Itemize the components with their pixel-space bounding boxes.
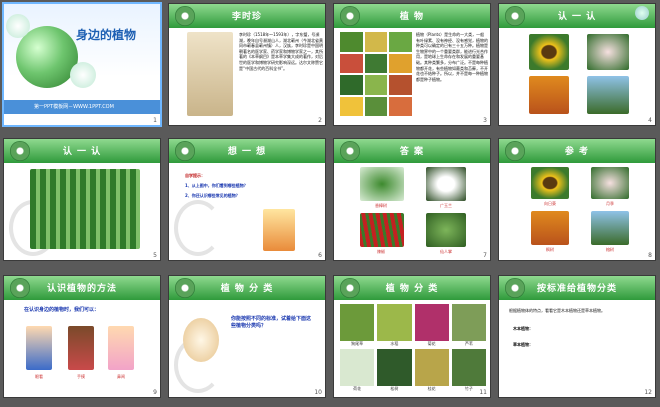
slide-header: 认识植物的方法 [4, 276, 160, 300]
chili-image [360, 213, 404, 247]
answer-label: 广玉兰 [440, 203, 452, 208]
slide-footer: 第一PPT模板网－WWW.1PPT.COM [34, 104, 114, 110]
slide-thumbnail-3[interactable]: 植 物 植物（Plants）是生命的一大类，一般有叶绿素、没有神经、没有感觉，植… [333, 3, 491, 126]
plant-photo-grid: 狗尾草 水稻 菊花 芦苇 荷花 松树 桂花 竹子 [340, 304, 486, 394]
reference-label: 榕树 [606, 247, 614, 252]
slide-title: 答 案 [399, 147, 425, 157]
child-smell-image [108, 326, 134, 370]
child-look-image [26, 326, 52, 370]
method-intro: 在认识身边的植物时，我们可以： [24, 307, 100, 313]
plant-collage [340, 32, 412, 116]
slide-title: 参 考 [564, 147, 590, 157]
child-touch-image [68, 326, 94, 370]
camphor-tree-image [360, 167, 404, 201]
slide-header: 植 物 分 类 [169, 276, 325, 300]
slide-header: 植 物 分 类 [334, 276, 490, 300]
slide-thumbnail-10[interactable]: 植 物 分 类 你能按照不同的标准，试着给下面这些植物分类吗？ 10 [168, 275, 326, 398]
cartoon-character-image [183, 318, 219, 362]
herbaceous-label: 草本植物： [513, 342, 533, 347]
answer-label: 香樟树 [375, 203, 387, 208]
slide-title: 身边的植物 [76, 28, 137, 42]
slide-title: 认 一 认 [62, 147, 102, 157]
question-heading: 自学提示： [185, 173, 205, 178]
swirl-decoration [174, 200, 222, 256]
slide-title: 认识植物的方法 [46, 284, 117, 294]
sunflower-image [531, 167, 569, 199]
woody-label: 木本植物： [513, 326, 533, 331]
slide-number: 9 [153, 389, 157, 396]
slide-header: 植 物 [334, 4, 490, 28]
slide-number: 5 [153, 252, 157, 259]
slide-thumbnail-4[interactable]: 认 一 认 4 [498, 3, 656, 126]
slide-number: 8 [648, 252, 652, 259]
banyan-image [587, 76, 629, 114]
reference-label: 枫树 [546, 247, 554, 252]
portrait-image [187, 32, 233, 116]
answer-label: 辣椒 [377, 249, 385, 254]
instruction-text: 根据植物体的特点，看看它是木本植物还是草本植物。 [509, 308, 605, 313]
question-2: 2、你还认识哪些常见的植物？ [185, 193, 240, 198]
slide-thumbnail-11[interactable]: 植 物 分 类 狗尾草 水稻 菊花 芦苇 荷花 松树 桂花 竹子 11 [333, 275, 491, 398]
slide-sorter-grid: 身边的植物 第一PPT模板网－WWW.1PPT.COM 1 李时珍 李时珍（15… [0, 0, 660, 407]
slide-thumbnail-6[interactable]: 想 一 想 自学提示： 1、从上图中，你们看到哪些植物？ 2、你还认识哪些常见的… [168, 138, 326, 261]
reference-label: 月季 [606, 201, 614, 206]
flower-icon [635, 6, 649, 20]
slide-thumbnail-1[interactable]: 身边的植物 第一PPT模板网－WWW.1PPT.COM 1 [2, 2, 162, 127]
slide-title: 按标准给植物分类 [536, 284, 617, 294]
slide-number: 12 [644, 389, 652, 396]
slide-thumbnail-8[interactable]: 参 考 向日葵 月季 枫树 榕树 8 [498, 138, 656, 261]
slide-title: 李时珍 [231, 12, 262, 22]
method-label: 眼看 [35, 374, 43, 379]
slide-number: 7 [483, 252, 487, 259]
rose-image [587, 34, 629, 70]
slide-number: 10 [314, 389, 322, 396]
slide-header: 参 考 [499, 139, 655, 163]
slide-thumbnail-7[interactable]: 答 案 香樟树 广玉兰 辣椒 仙人掌 7 [333, 138, 491, 261]
slide-title: 认 一 认 [557, 12, 597, 22]
slide-number: 4 [648, 117, 652, 124]
slide-header: 认 一 认 [499, 4, 655, 28]
cactus-image [426, 213, 466, 247]
speech-bubble-text: 你能按照不同的标准，试着给下面这些植物分类吗？ [231, 316, 312, 329]
slide-title: 植 物 分 类 [385, 284, 439, 294]
slide-title: 植 物 [399, 12, 425, 22]
maple-image [529, 76, 569, 114]
slide-thumbnail-9[interactable]: 认识植物的方法 在认识身边的植物时，我们可以： 眼看 手摸 鼻闻 9 [3, 275, 161, 398]
slide-thumbnail-2[interactable]: 李时珍 李时珍（1518年～1593年），字东璧，号濒湖，晚年自号濒湖山人，湖北… [168, 3, 326, 126]
reading-child-image [263, 209, 295, 251]
slide-title: 植 物 分 类 [220, 284, 274, 294]
slide-header: 按标准给植物分类 [499, 276, 655, 300]
slide-thumbnail-5[interactable]: 认 一 认 5 [3, 138, 161, 261]
body-text: 植物（Plants）是生命的一大类，一般有叶绿素、没有神经、没有感觉，植物的种类… [416, 32, 488, 82]
answer-label: 仙人掌 [440, 249, 452, 254]
dandelion-graphic [70, 62, 96, 88]
slide-header: 答 案 [334, 139, 490, 163]
banyan-image [591, 211, 629, 245]
sunflower-image [529, 34, 569, 70]
forest-image [30, 169, 140, 249]
dandelion-graphic [6, 14, 30, 38]
reference-label: 向日葵 [544, 201, 556, 206]
method-label: 鼻闻 [117, 374, 125, 379]
slide-thumbnail-12[interactable]: 按标准给植物分类 根据植物体的特点，看看它是木本植物还是草本植物。 木本植物： … [498, 275, 656, 398]
body-text: 李时珍（1518年～1593年），字东璧，号濒湖，晚年自号濒湖山人，湖北蕲州（今… [239, 32, 323, 71]
maple-image [531, 211, 569, 245]
method-label: 手摸 [77, 374, 85, 379]
question-1: 1、从上图中，你们看到哪些植物？ [185, 183, 248, 188]
slide-number: 1 [153, 117, 157, 124]
slide-title: 想 一 想 [227, 147, 267, 157]
rose-image [591, 167, 629, 199]
slide-header: 李时珍 [169, 4, 325, 28]
slide-number: 11 [479, 389, 487, 396]
slide-number: 3 [483, 117, 487, 124]
slide-number: 6 [318, 252, 322, 259]
magnolia-image [426, 167, 466, 201]
slide-number: 2 [318, 117, 322, 124]
slide-header: 想 一 想 [169, 139, 325, 163]
slide-header: 认 一 认 [4, 139, 160, 163]
